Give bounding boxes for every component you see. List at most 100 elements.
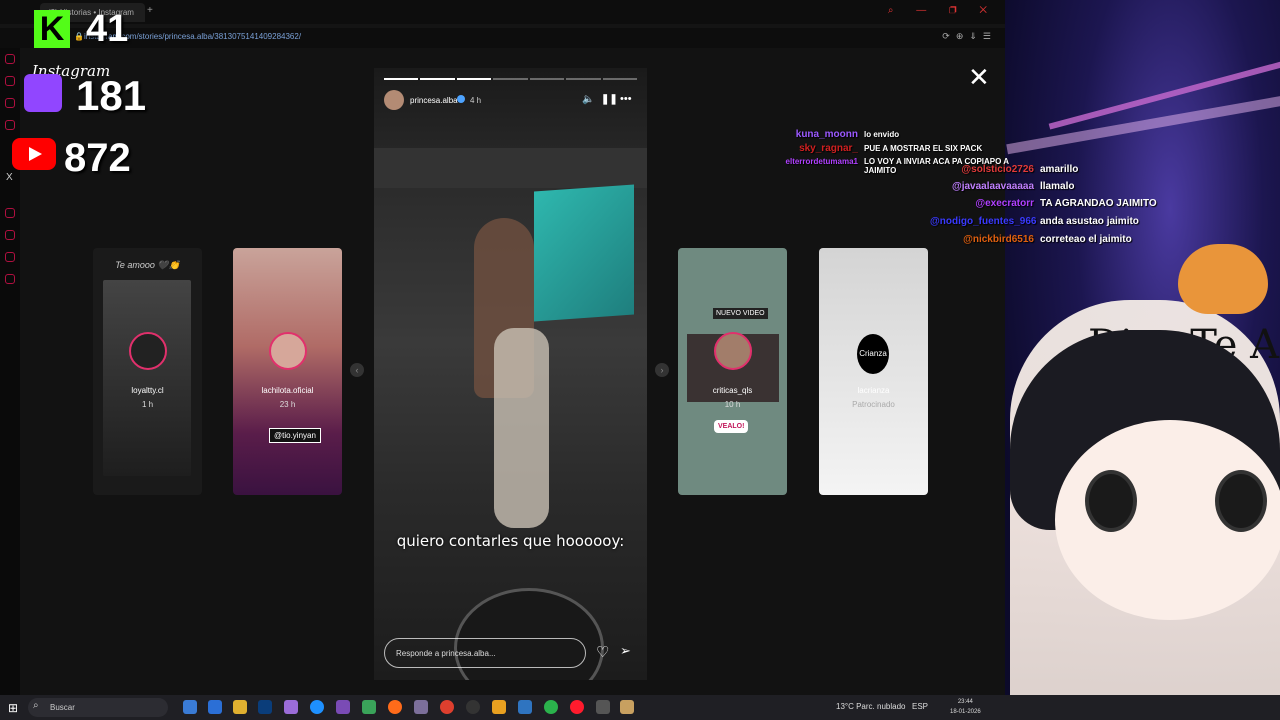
cat-sticker: [1178, 244, 1268, 314]
language-indicator[interactable]: ESP: [912, 702, 928, 711]
firefox-icon[interactable]: [388, 700, 402, 714]
story-progress-bar: [384, 78, 637, 80]
tab-bar: (3) Historias • Instagram + ⌕ — ❐ ✕: [0, 0, 1005, 24]
verified-badge-icon: [457, 95, 465, 103]
avatar: [713, 332, 752, 370]
previous-story-button[interactable]: ‹: [350, 363, 364, 377]
crianza-logo: Crianza: [857, 334, 889, 374]
app-icon[interactable]: [544, 700, 558, 714]
taskbar-search[interactable]: Buscar: [28, 698, 168, 717]
app-icon[interactable]: [518, 700, 532, 714]
side-story-card[interactable]: NUEVO VIDEO criticas_qls 10 h VEALO!: [678, 248, 787, 495]
chat-text: anda asustao jaimito: [1040, 216, 1139, 227]
watch-button[interactable]: VEALO!: [714, 420, 749, 433]
story-time: 23 h: [279, 400, 296, 409]
side-story-card[interactable]: lachilota.oficial 23 h @tio.yinyan: [233, 248, 342, 495]
story-thumbnail: [103, 280, 191, 476]
chat-username: kuna_moonn: [795, 129, 858, 140]
chat-text: TA AGRANDAO JAIMITO: [1040, 198, 1157, 209]
more-options-icon[interactable]: •••: [620, 93, 632, 105]
sidebar-icon[interactable]: [5, 208, 15, 218]
app-icon[interactable]: [208, 700, 222, 714]
sidebar-icon[interactable]: [5, 54, 15, 64]
app-icon[interactable]: [336, 700, 350, 714]
browser-toolbar-icons[interactable]: ⟳⊕⇓☰: [942, 31, 997, 42]
like-heart-icon[interactable]: ♡: [596, 643, 609, 661]
chat-username: @solsticio2726: [961, 164, 1034, 175]
app-icon[interactable]: [620, 700, 634, 714]
chat-text: llamalo: [1040, 181, 1075, 192]
sidebar-icon[interactable]: [5, 230, 15, 240]
edge-icon[interactable]: [310, 700, 324, 714]
progress-segment: [384, 78, 419, 80]
progress-segment: [602, 78, 637, 80]
chat-username: sky_ragnar_: [799, 143, 858, 154]
address-bar[interactable]: 🔒 instagram.com/stories/princesa.alba/38…: [0, 28, 1005, 48]
system-clock[interactable]: 23:44 18-01-2026: [950, 697, 981, 717]
clock-date: 18-01-2026: [950, 709, 981, 715]
chat-text: PUE A MOSTRAR EL SIX PACK: [864, 144, 983, 153]
progress-segment: [420, 78, 455, 80]
story-username: loyaltty.cl: [131, 386, 164, 395]
new-tab-button[interactable]: +: [147, 5, 153, 16]
obs-icon[interactable]: [466, 700, 480, 714]
progress-segment: [566, 78, 601, 80]
app-icon[interactable]: [284, 700, 298, 714]
chrome-icon[interactable]: [440, 700, 454, 714]
chat-message: @nodigo_fuentes_966 anda asustao jaimito: [930, 216, 1139, 227]
next-story-button[interactable]: ›: [655, 363, 669, 377]
window-controls[interactable]: ⌕ — ❐ ✕: [888, 5, 997, 16]
app-icon[interactable]: [492, 700, 506, 714]
stage-lighting-rig: [374, 148, 647, 188]
chat-username: @nodigo_fuentes_966: [930, 216, 1037, 227]
chat-message: @solsticio2726 amarillo: [930, 164, 1078, 175]
windows-taskbar: ⊞ Buscar ⌕ 13°C Parc. nublado ESP 23:44 …: [0, 695, 1280, 720]
sidebar-icon[interactable]: [5, 76, 15, 86]
story-username[interactable]: princesa.alba: [410, 96, 458, 105]
reply-input[interactable]: Responde a princesa.alba...: [384, 638, 586, 668]
app-icon[interactable]: [362, 700, 376, 714]
chat-username: @nickbird6516: [963, 234, 1034, 245]
twitch-viewer-count: 181: [76, 72, 147, 119]
kick-logo-icon: K: [34, 10, 70, 48]
story-time: 1 h: [141, 400, 154, 409]
progress-segment: [493, 78, 528, 80]
progress-segment: [456, 78, 492, 80]
side-story-card[interactable]: Te amooo 🖤👏 loyaltty.cl 1 h: [93, 248, 202, 495]
send-icon[interactable]: ➢: [620, 643, 631, 659]
task-view-icon[interactable]: [183, 700, 197, 714]
sidebar-icon[interactable]: [5, 120, 15, 130]
search-text: Buscar: [50, 703, 75, 712]
pause-icon[interactable]: ❚❚: [601, 94, 618, 105]
sidebar-icon[interactable]: [5, 252, 15, 262]
person-figure: [494, 328, 549, 528]
chat-text: correteao el jaimito: [1040, 234, 1132, 245]
sidebar-icon[interactable]: [5, 274, 15, 284]
story-time: 4 h: [470, 96, 482, 105]
vtuber-eye: [1215, 470, 1267, 532]
chat-message: @execratorr TA AGRANDAO JAIMITO: [930, 198, 1157, 209]
chat-message: sky_ragnar_ PUE A MOSTRAR EL SIX PACK: [770, 143, 982, 154]
app-icon[interactable]: [258, 700, 272, 714]
avatar[interactable]: [384, 90, 404, 110]
chat-username: @javaalaavaaaaa: [951, 181, 1034, 192]
story-username: lacrianza: [857, 386, 890, 395]
app-icon[interactable]: [414, 700, 428, 714]
chat-username: elterrordetumama1: [785, 157, 858, 166]
close-icon[interactable]: ✕: [968, 64, 990, 90]
avatar: [268, 332, 307, 370]
opera-icon[interactable]: [570, 700, 584, 714]
kick-viewer-count: 41: [86, 8, 129, 50]
side-story-card[interactable]: Crianza lacrianza Patrocinado: [819, 248, 928, 495]
sidebar-icon[interactable]: [5, 98, 15, 108]
volume-icon[interactable]: 🔈: [582, 94, 594, 105]
weather-widget[interactable]: 13°C Parc. nublado: [836, 702, 905, 711]
file-explorer-icon[interactable]: [233, 700, 247, 714]
vtuber-eye: [1085, 470, 1137, 532]
story-header: princesa.alba 4 h 🔈 ❚❚ •••: [384, 90, 637, 112]
story-tag: NUEVO VIDEO: [713, 308, 768, 319]
lock-icon: 🔒: [74, 32, 84, 41]
active-story[interactable]: princesa.alba 4 h 🔈 ❚❚ ••• quiero contar…: [374, 68, 647, 680]
app-icon[interactable]: [596, 700, 610, 714]
windows-start-icon[interactable]: ⊞: [8, 701, 18, 715]
